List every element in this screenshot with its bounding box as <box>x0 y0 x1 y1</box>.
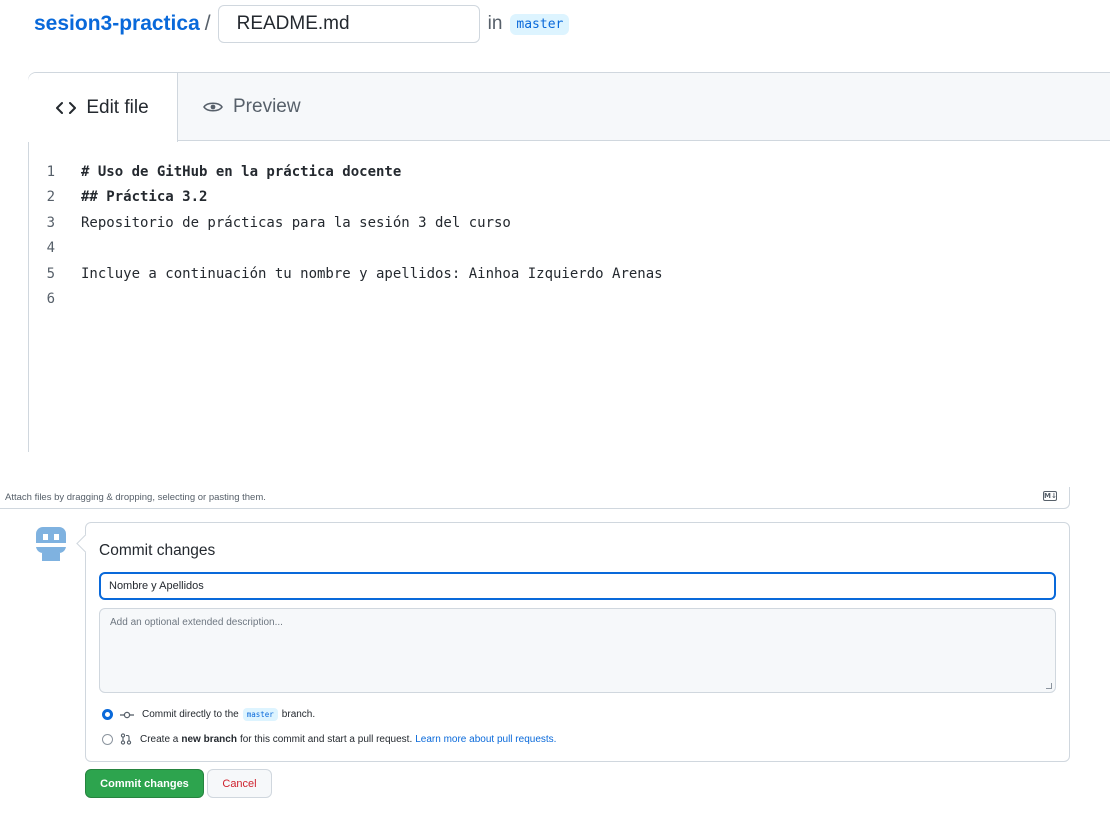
git-commit-icon <box>120 710 134 720</box>
line-text: # Uso de GitHub en la práctica docente <box>81 163 402 180</box>
line-number: 1 <box>46 163 55 180</box>
code-line: 3 Repositorio de prácticas para la sesión… <box>29 210 663 236</box>
branch-badge: master <box>510 13 570 35</box>
eye-icon <box>203 100 223 114</box>
option-direct-prefix: Commit directly to the <box>142 709 239 720</box>
code-line: 6 <box>29 287 663 313</box>
code-line: 4 <box>29 236 663 262</box>
commit-title: Commit changes <box>99 542 216 559</box>
attach-files-text: Attach files by dragging & dropping, sel… <box>5 492 266 503</box>
option-new-prefix: Create a <box>140 733 179 745</box>
line-number: 5 <box>46 265 55 282</box>
line-number: 4 <box>46 240 55 257</box>
commit-summary-input[interactable]: Nombre y Apellidos <box>99 572 1056 600</box>
radio-new-branch[interactable] <box>102 733 113 745</box>
radio-commit-direct[interactable] <box>102 709 113 720</box>
line-number: 6 <box>46 291 55 308</box>
code-line: 1 # Uso de GitHub en la práctica docente <box>29 159 663 185</box>
line-number: 2 <box>46 189 55 206</box>
line-text: ## Práctica 3.2 <box>81 189 208 206</box>
tab-preview[interactable]: Preview <box>203 73 301 141</box>
file-editor: Edit file Preview 1 # Uso de GitHub en la… <box>28 72 1110 452</box>
code-line: 5 Incluye a continuación tu nombre y apel… <box>29 261 663 287</box>
line-number: 3 <box>46 214 55 231</box>
tab-edit-file-label: Edit file <box>86 96 149 118</box>
option-new-suffix: for this commit and start a pull request… <box>239 733 413 745</box>
commit-changes-button[interactable]: Commit changes <box>85 769 204 798</box>
breadcrumb-separator: / <box>204 12 211 35</box>
code-icon <box>56 101 77 115</box>
resize-handle[interactable] <box>1046 683 1052 689</box>
option-direct-branch: master <box>242 708 278 721</box>
learn-more-link[interactable]: Learn more about pull requests. <box>415 734 556 745</box>
repo-link[interactable]: sesion3-practica <box>34 12 200 36</box>
in-label: in <box>487 13 503 34</box>
option-new-bold: new branch <box>181 733 237 745</box>
tab-preview-label: Preview <box>233 96 301 117</box>
code-line: 2 ## Práctica 3.2 <box>29 185 663 211</box>
avatar <box>34 524 68 562</box>
code-area[interactable]: 1 # Uso de GitHub en la práctica docente … <box>29 159 663 312</box>
filename-input[interactable]: README.md <box>217 5 480 43</box>
option-direct-suffix: branch. <box>281 709 316 720</box>
cancel-button[interactable]: Cancel <box>207 769 272 798</box>
commit-description-textarea[interactable]: Add an optional extended description... <box>99 608 1056 693</box>
attach-files-bar[interactable]: Attach files by dragging & dropping, sel… <box>0 487 1070 509</box>
line-text: Incluye a continuación tu nombre y apell… <box>81 265 663 282</box>
pull-request-icon <box>120 733 132 745</box>
breadcrumb: sesion3-practica / README.md in master <box>34 4 570 44</box>
option-commit-direct[interactable]: Commit directly to the master branch. <box>102 708 315 721</box>
markdown-icon[interactable]: M↓ <box>1043 491 1057 501</box>
option-new-branch[interactable]: Create a new branch for this commit and … <box>102 733 556 745</box>
editor-tabs: Edit file Preview <box>28 73 1110 142</box>
commit-form: Commit changes Nombre y Apellidos Add an… <box>85 522 1070 762</box>
tab-edit-file[interactable]: Edit file <box>28 73 178 142</box>
description-placeholder: Add an optional extended description... <box>110 617 283 628</box>
line-text: Repositorio de prácticas para la sesión … <box>81 214 511 231</box>
